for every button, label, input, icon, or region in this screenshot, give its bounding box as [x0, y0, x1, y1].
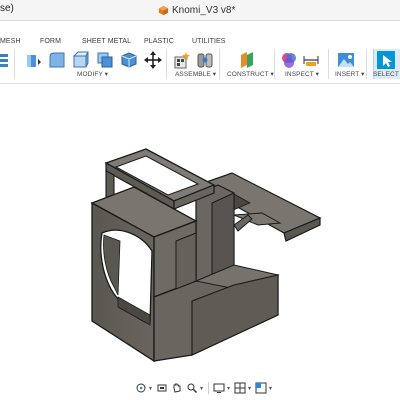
title-bar: se) Knomi_V3 v8*: [0, 0, 400, 21]
pan-icon[interactable]: [155, 381, 169, 395]
interference-icon[interactable]: [280, 51, 298, 69]
chevron-down-icon[interactable]: ▾: [149, 385, 154, 392]
canvas-viewport[interactable]: [0, 85, 400, 380]
construct-group-label[interactable]: CONSTRUCT ▾: [227, 70, 274, 78]
knomi-model[interactable]: [0, 85, 400, 380]
display-settings-icon[interactable]: [212, 381, 226, 395]
nav-separator: [208, 382, 209, 394]
grid-icon[interactable]: [233, 381, 247, 395]
ribbon-separator: [166, 49, 167, 79]
insert-image-icon[interactable]: [337, 51, 355, 69]
zoom-icon[interactable]: [185, 381, 199, 395]
new-component-icon[interactable]: [174, 51, 192, 69]
assemble-group-label[interactable]: ASSEMBLE ▾: [175, 70, 216, 78]
fillet-icon[interactable]: [48, 51, 66, 69]
inspect-group-label[interactable]: INSPECT ▾: [285, 70, 319, 78]
ribbon-separator: [14, 49, 15, 79]
document-title: Knomi_V3 v8*: [172, 4, 236, 16]
insert-group-label[interactable]: INSERT ▾: [335, 70, 364, 78]
toolbar-ribbon: MESH FORM SHEET METAL PLASTIC UTILITIES …: [0, 21, 400, 84]
hand-icon[interactable]: [170, 381, 184, 395]
ribbon-separator: [328, 49, 329, 79]
offset-plane-icon[interactable]: [238, 51, 256, 69]
chevron-down-icon[interactable]: ▾: [200, 385, 205, 392]
chevron-down-icon[interactable]: ▾: [248, 385, 253, 392]
ribbon-separator: [274, 49, 275, 79]
joint-icon[interactable]: [196, 51, 214, 69]
shell-icon[interactable]: [72, 51, 90, 69]
viewports-icon[interactable]: [254, 381, 268, 395]
tab-utilities[interactable]: UTILITIES: [192, 38, 226, 45]
ribbon-separator: [219, 49, 220, 79]
tab-plastic[interactable]: PLASTIC: [144, 38, 174, 45]
press-pull-icon[interactable]: [24, 51, 42, 69]
measure-icon[interactable]: [302, 51, 320, 69]
select-icon[interactable]: [377, 51, 395, 69]
move-icon[interactable]: [144, 51, 162, 69]
tab-form[interactable]: FORM: [40, 38, 61, 45]
chevron-down-icon[interactable]: ▾: [227, 385, 232, 392]
navigation-bar: ▾ ▾ ▾ ▾ ▾: [134, 380, 274, 396]
combine-icon[interactable]: [96, 51, 114, 69]
orbit-icon[interactable]: [134, 381, 148, 395]
mesh-icon[interactable]: [0, 51, 8, 69]
shell-body-icon[interactable]: [120, 51, 138, 69]
document-cube-icon: [158, 5, 169, 15]
document-tab[interactable]: Knomi_V3 v8*: [158, 2, 235, 18]
ribbon-separator: [366, 49, 367, 79]
chevron-down-icon[interactable]: ▾: [269, 385, 274, 392]
fusion-window: se) Knomi_V3 v8* MESH FORM SHEET METAL P…: [0, 0, 400, 400]
tab-sheet-metal[interactable]: SHEET METAL: [82, 38, 131, 45]
select-group-label[interactable]: SELECT ▾: [373, 70, 400, 78]
modify-group-label[interactable]: MODIFY ▾: [77, 70, 108, 78]
tab-mesh[interactable]: MESH: [0, 38, 21, 45]
window-title-fragment: se): [0, 3, 14, 14]
